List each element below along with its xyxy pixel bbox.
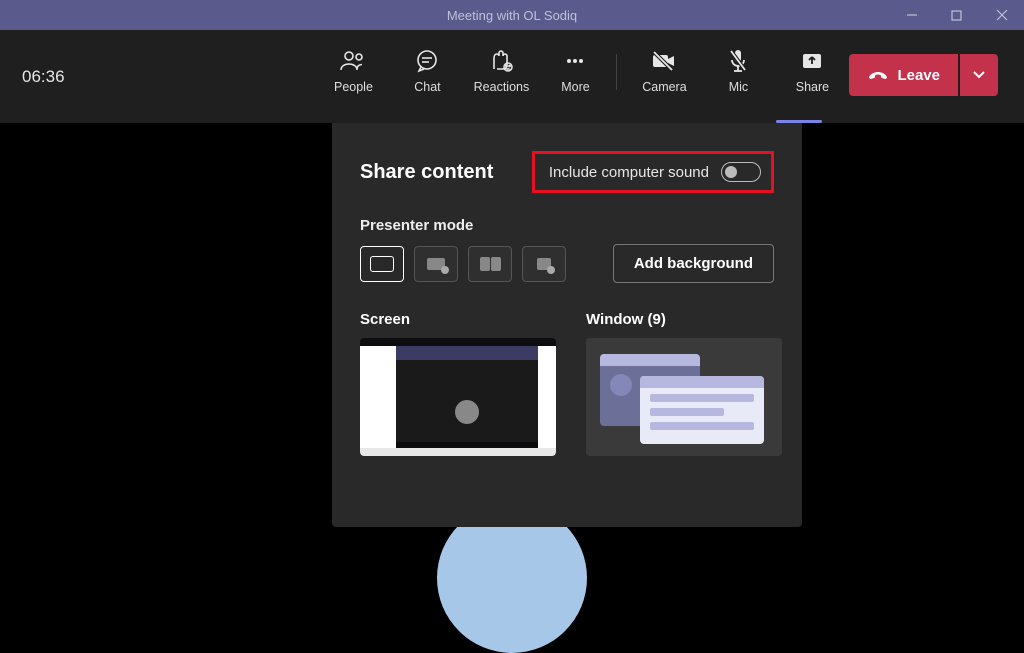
titlebar: Meeting with OL Sodiq [0, 0, 1024, 30]
people-button[interactable]: People [316, 48, 390, 94]
close-button[interactable] [979, 0, 1024, 30]
presenter-mode-side-by-side[interactable] [468, 246, 512, 282]
screen-thumbnail[interactable] [360, 338, 556, 456]
toggle-knob [725, 166, 737, 178]
more-label: More [561, 80, 589, 94]
maximize-button[interactable] [934, 0, 979, 30]
share-button[interactable]: Share [775, 48, 849, 94]
leave-label: Leave [897, 67, 940, 84]
window-controls [889, 0, 1024, 30]
include-sound-label: Include computer sound [549, 164, 709, 181]
include-sound-toggle[interactable] [721, 162, 761, 182]
mode-icon [370, 256, 394, 272]
camera-label: Camera [642, 80, 686, 94]
chat-label: Chat [414, 80, 440, 94]
presenter-mode-reporter[interactable] [522, 246, 566, 282]
share-label: Share [796, 80, 829, 94]
leave-dropdown[interactable] [960, 54, 998, 96]
add-background-button[interactable]: Add background [613, 244, 774, 283]
mode-icon [537, 258, 551, 270]
window-title: Meeting with OL Sodiq [447, 8, 577, 23]
reactions-icon [488, 48, 514, 74]
window-label: Window (9) [586, 311, 782, 328]
chat-button[interactable]: Chat [390, 48, 464, 94]
window-thumbnail[interactable] [586, 338, 782, 456]
chat-icon [414, 48, 440, 74]
more-icon [563, 48, 587, 74]
share-window-section: Window (9) [586, 311, 782, 456]
leave-button-group: Leave [849, 54, 998, 96]
share-panel-title: Share content [360, 161, 493, 184]
presenter-mode-standout[interactable] [414, 246, 458, 282]
mic-off-icon [726, 48, 750, 74]
camera-off-icon [650, 48, 678, 74]
presenter-mode-label: Presenter mode [360, 217, 774, 234]
minimize-button[interactable] [889, 0, 934, 30]
leave-button[interactable]: Leave [849, 54, 958, 96]
mode-icon [427, 258, 445, 270]
mode-icon [480, 257, 501, 271]
mic-label: Mic [729, 80, 748, 94]
presenter-mode-content-only[interactable] [360, 246, 404, 282]
screen-label: Screen [360, 311, 556, 328]
share-content-panel: Share content Include computer sound Pre… [332, 123, 802, 527]
toolbar-buttons: People Chat Reactions [316, 30, 998, 123]
mic-button[interactable]: Mic [701, 48, 775, 94]
hangup-icon [867, 68, 889, 82]
meeting-duration: 06:36 [22, 67, 65, 87]
share-icon [800, 48, 824, 74]
meeting-toolbar: 06:36 People Chat [0, 30, 1024, 123]
people-label: People [334, 80, 373, 94]
presenter-mode-row: Add background [360, 244, 774, 283]
people-icon [339, 48, 367, 74]
reactions-label: Reactions [474, 80, 530, 94]
more-button[interactable]: More [538, 48, 612, 94]
reactions-button[interactable]: Reactions [464, 48, 538, 94]
camera-button[interactable]: Camera [627, 48, 701, 94]
share-options: Screen Window (9) [360, 311, 774, 456]
toolbar-divider [616, 54, 617, 90]
include-sound-highlight: Include computer sound [532, 151, 774, 193]
chevron-down-icon [972, 70, 986, 80]
share-screen-section: Screen [360, 311, 556, 456]
